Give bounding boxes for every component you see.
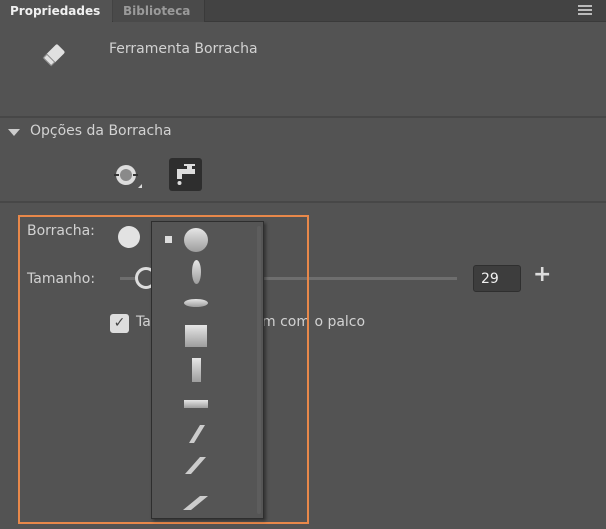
tab-propriedades[interactable]: Propriedades — [0, 0, 112, 22]
eraser-mode-icon[interactable] — [112, 162, 144, 190]
divider — [0, 201, 606, 203]
shape-vertical-ellipse[interactable] — [192, 260, 201, 284]
tool-name: Ferramenta Borracha — [109, 41, 258, 57]
eraser-icon — [42, 44, 65, 67]
collapse-triangle-icon[interactable] — [8, 129, 20, 136]
slash-shapes — [183, 425, 208, 510]
shape-horizontal-ellipse[interactable] — [184, 299, 208, 307]
shape-vertical-rect[interactable] — [192, 358, 201, 382]
section-title[interactable]: Opções da Borracha — [30, 123, 172, 139]
menu-scrollbar[interactable] — [257, 226, 261, 514]
eraser-shape-menu — [151, 221, 264, 519]
shape-horizontal-rect[interactable] — [184, 400, 208, 408]
divider — [0, 116, 606, 118]
faucet-mode-button[interactable] — [169, 158, 202, 191]
selected-marker-icon — [165, 236, 172, 243]
shape-slash-wide — [183, 496, 208, 510]
shape-circle[interactable] — [184, 228, 208, 252]
plus-icon[interactable]: + — [533, 262, 551, 287]
shape-slash-medium — [185, 457, 206, 474]
size-input[interactable]: 29 — [473, 265, 521, 292]
tab-biblioteca[interactable]: Biblioteca — [113, 0, 205, 22]
panel-tab-bar: Propriedades Biblioteca — [0, 0, 606, 22]
faucet-icon — [177, 164, 195, 185]
shape-square[interactable] — [185, 325, 207, 347]
panel-menu-icon[interactable] — [578, 5, 592, 15]
shape-slash-thin — [189, 425, 205, 443]
